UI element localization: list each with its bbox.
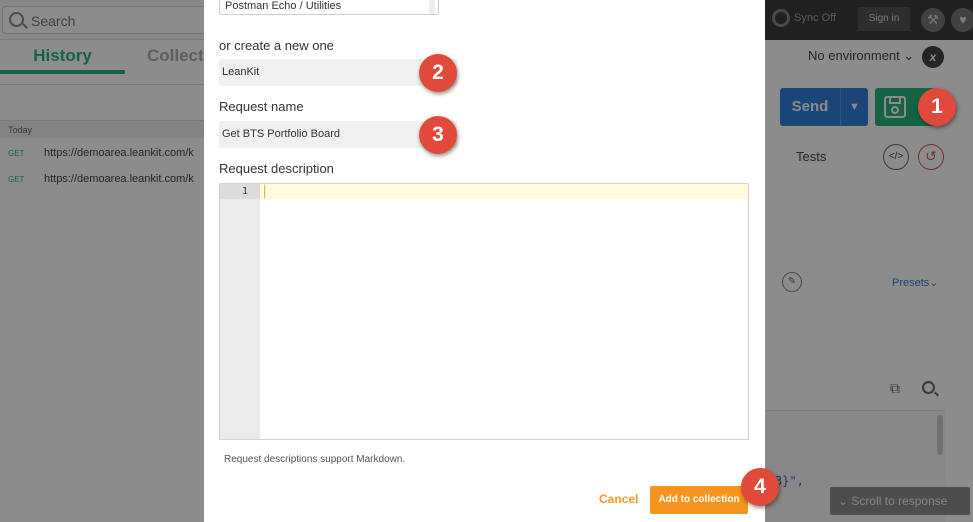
request-name-label: Request name <box>219 99 304 114</box>
add-to-collection-button[interactable]: Add to collection <box>650 486 748 514</box>
line-number: 1 <box>241 186 248 197</box>
add-to-collection-modal: Postman Echo / Utilities or create a new… <box>204 0 765 522</box>
editor-gutter: 1 <box>220 184 260 439</box>
request-description-editor[interactable]: 1 <box>219 183 749 440</box>
existing-collection-value: Postman Echo / Utilities <box>225 0 342 12</box>
create-new-label: or create a new one <box>219 38 334 53</box>
text-cursor <box>264 185 265 198</box>
step-badge: 4 <box>741 468 779 506</box>
markdown-hint: Request descriptions support Markdown. <box>224 454 406 465</box>
step-badge: 2 <box>419 54 457 92</box>
cancel-button[interactable]: Cancel <box>599 492 638 506</box>
active-line <box>260 184 748 199</box>
step-badge: 1 <box>918 88 956 126</box>
select-scrollbar[interactable] <box>429 0 435 14</box>
existing-collection-select[interactable]: Postman Echo / Utilities <box>219 0 439 15</box>
step-badge: 3 <box>419 116 457 154</box>
request-description-label: Request description <box>219 161 334 176</box>
